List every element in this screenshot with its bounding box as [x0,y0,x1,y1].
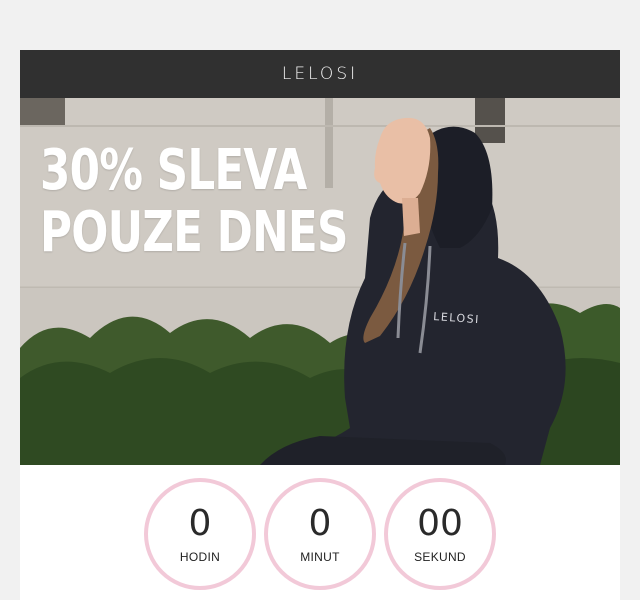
countdown-minutes: 0 MINUT [264,478,376,590]
seconds-value: 00 [417,503,463,544]
minutes-value: 0 [308,503,332,544]
hours-value: 0 [188,503,212,544]
seconds-label: SEKUND [414,550,466,564]
headline-line-2: POUZE DNES [40,200,348,265]
hero-headline: 30% SLEVA POUZE DNES [40,140,348,264]
brand-logo[interactable]: LELOSI [282,64,358,84]
header-bar: LELOSI [20,50,620,98]
email-container: LELOSI 30% SLEVA POUZE DNES LELOSI 0 HOD… [20,50,620,600]
countdown-seconds: 00 SEKUND [384,478,496,590]
countdown-hours: 0 HODIN [144,478,256,590]
hours-label: HODIN [179,550,221,564]
hero-banner[interactable]: 30% SLEVA POUZE DNES LELOSI [20,98,620,465]
countdown-timer: 0 HODIN 0 MINUT 00 SEKUND [20,465,620,590]
minutes-label: MINUT [300,550,340,564]
headline-line-1: 30% SLEVA [40,138,307,203]
